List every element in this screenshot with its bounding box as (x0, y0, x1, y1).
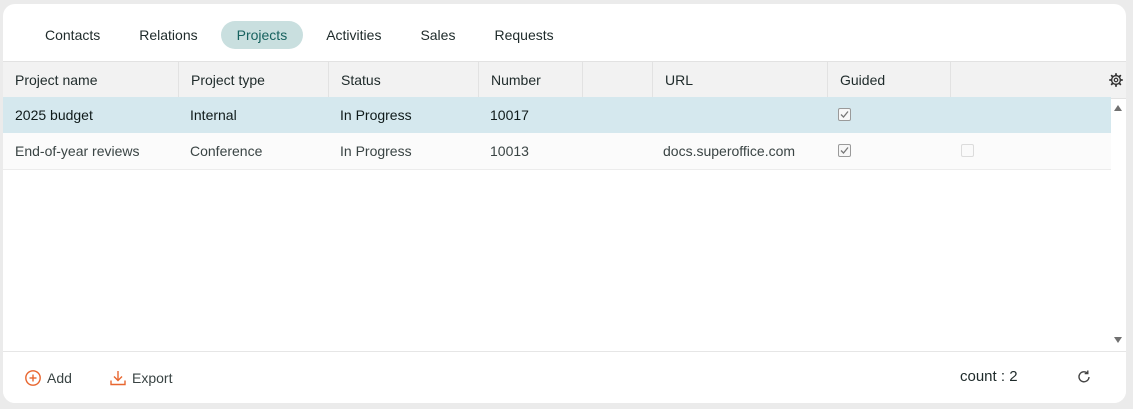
guided-checkbox[interactable] (838, 108, 851, 121)
add-button[interactable]: Add (24, 368, 72, 388)
column-header-number[interactable]: Number (479, 62, 583, 98)
tab-activities[interactable]: Activities (310, 21, 397, 49)
plus-circle-icon (25, 370, 41, 386)
refresh-icon[interactable] (1076, 369, 1092, 385)
cell-project-name: 2025 budget (15, 107, 93, 123)
column-header-url[interactable]: URL (653, 62, 828, 98)
row-count: count : 2 (960, 368, 1018, 385)
cell-project-name: End-of-year reviews (15, 143, 140, 159)
cell-url[interactable] (651, 97, 663, 133)
table-row[interactable]: 2025 budget Internal In Progress 10017 (3, 97, 1111, 133)
cell-project-type: Conference (190, 143, 263, 159)
cell-number: 10013 (490, 143, 529, 159)
tab-contacts[interactable]: Contacts (29, 21, 116, 49)
check-icon (840, 111, 849, 118)
column-header-project-name[interactable]: Project name (3, 62, 179, 98)
tab-requests[interactable]: Requests (478, 21, 569, 49)
scroll-up-arrow-icon[interactable] (1114, 105, 1122, 111)
cell-status: In Progress (340, 107, 412, 123)
gear-icon[interactable] (1109, 73, 1123, 87)
table-header: Project name Project type Status Number … (3, 61, 1126, 99)
cell-number: 10017 (490, 107, 529, 123)
export-label: Export (132, 370, 173, 386)
tab-sales[interactable]: Sales (404, 21, 471, 49)
guided-checkbox[interactable] (838, 144, 851, 157)
export-button[interactable]: Export (109, 368, 172, 388)
tab-relations[interactable]: Relations (123, 21, 213, 49)
cell-status: In Progress (340, 143, 412, 159)
cell-url[interactable]: docs.superoffice.com (651, 133, 795, 169)
cell-project-type: Internal (190, 107, 237, 123)
column-header-guided[interactable]: Guided (828, 62, 951, 98)
column-header-extra (951, 62, 963, 98)
extra-checkbox[interactable] (961, 144, 974, 157)
tab-bar: Contacts Relations Projects Activities S… (29, 20, 577, 50)
check-icon (840, 147, 849, 154)
column-header-blank[interactable] (583, 62, 653, 98)
table-row[interactable]: End-of-year reviews Conference In Progre… (3, 133, 1111, 170)
scroll-down-arrow-icon[interactable] (1114, 337, 1122, 343)
tab-projects[interactable]: Projects (220, 21, 304, 49)
column-header-status[interactable]: Status (329, 62, 479, 98)
table-footer: Add Export count : 2 (3, 351, 1126, 403)
add-label: Add (47, 370, 72, 386)
projects-panel: Contacts Relations Projects Activities S… (3, 4, 1126, 403)
download-icon (110, 371, 126, 386)
column-header-project-type[interactable]: Project type (179, 62, 329, 98)
